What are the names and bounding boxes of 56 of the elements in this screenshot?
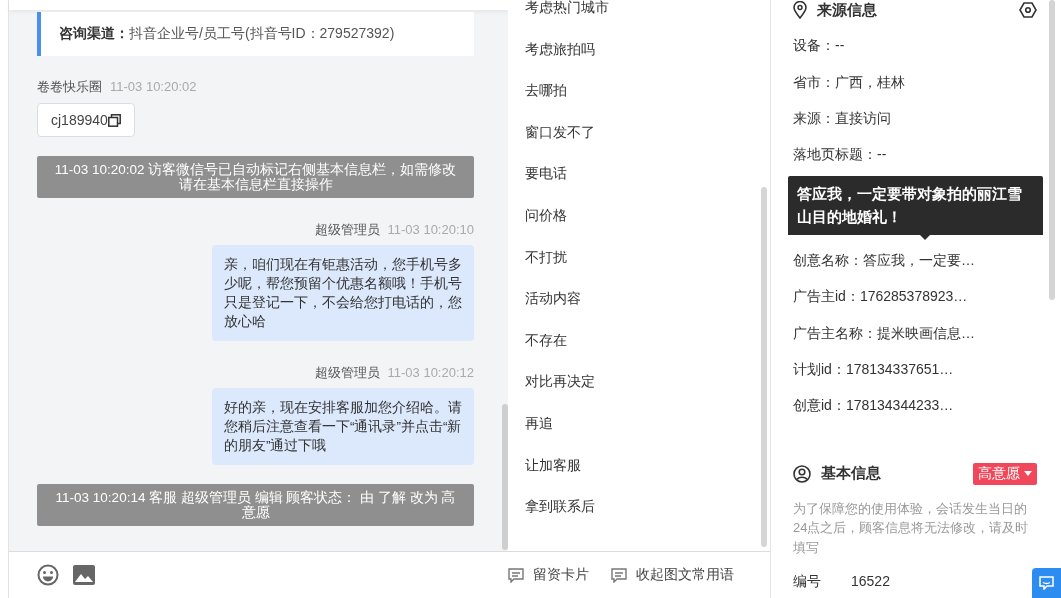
scrollbar[interactable] <box>502 404 508 550</box>
phrase-item[interactable]: 让加客服 <box>525 454 581 475</box>
info-field: 来源：直接访问 <box>793 109 891 128</box>
message-bubble: 亲，咱们现在有钜惠活动，您手机号多少呢，帮您预留个优惠名额哦！手机号只是登记一下，不会给您打电话的，您放心哈 <box>212 245 474 341</box>
caret-icon <box>1024 471 1032 476</box>
info-field: 创意id：178134344233… <box>793 397 954 416</box>
text-button[interactable]: 收起图文常用语 <box>611 566 734 584</box>
info-field: 广告主名称：提米映画信息… <box>793 324 975 343</box>
scrollbar[interactable] <box>761 187 767 547</box>
info-field: 创意名称：答应我，一定要… <box>793 251 975 270</box>
scrollbar[interactable] <box>1049 0 1055 300</box>
info-field: 计划id：178134337651… <box>793 360 954 379</box>
field-value: 16522 <box>851 573 890 591</box>
image-icon[interactable] <box>73 565 95 585</box>
intent-dropdown[interactable]: 高意愿 <box>973 462 1037 485</box>
chat-button[interactable] <box>1032 568 1061 598</box>
info-field: 广告主id：176285378923… <box>793 288 968 307</box>
phrase-item[interactable]: 不存在 <box>525 329 567 350</box>
message-icon <box>611 567 627 583</box>
message-time: 11-03 10:20:12 <box>387 365 474 380</box>
phrase-item[interactable]: 窗口发不了 <box>525 121 595 142</box>
message-time: 11-03 10:20:10 <box>387 222 474 237</box>
user-icon <box>793 464 811 483</box>
phrase-item[interactable]: 去哪拍 <box>525 80 567 101</box>
tooltip: 答应我，一定要带对象拍的丽江雪山目的地婚礼！ <box>788 175 1043 240</box>
message-bubble: 好的亲，现在安排客服加您介绍哈。请您稍后注意查看一下“通讯录”并点击“新的朋友”通过下哦 <box>212 388 474 465</box>
sender-name: 超级管理员 <box>314 222 380 237</box>
phrase-item[interactable]: 要电话 <box>525 163 567 184</box>
phrase-item[interactable]: 问价格 <box>525 204 567 225</box>
message-time: 11-03 10:20:02 <box>110 79 197 94</box>
field-label: 编号 <box>793 573 821 591</box>
sender-name: 卷卷快乐圈 <box>37 79 102 94</box>
phrase-item[interactable]: 拿到联系后 <box>525 496 595 517</box>
phrase-item[interactable]: 活动内容 <box>525 288 581 309</box>
channel-info: 咨询渠道：抖音企业号/员工号(抖音号ID：279527392) <box>37 12 474 56</box>
info-field: 落地页标题：-- <box>793 146 887 165</box>
copy-chip[interactable]: cj189940 <box>37 103 135 137</box>
phrase-item[interactable]: 再追 <box>525 412 553 433</box>
section-title: 来源信息 <box>817 0 877 20</box>
info-field: 省市：广西，桂林 <box>793 73 905 92</box>
sender-name: 超级管理员 <box>314 365 380 380</box>
system-notice: 11-03 10:20:14 客服 超级管理员 编辑 顾客状态： 由 了解 改为 高意愿 <box>37 484 474 526</box>
phrase-item[interactable]: 对比再决定 <box>525 371 595 392</box>
location-pin-icon <box>793 1 807 19</box>
section-title: 基本信息 <box>821 464 881 483</box>
chat-icon <box>1039 576 1054 590</box>
info-field: 设备：-- <box>793 37 845 56</box>
message-icon <box>508 567 524 583</box>
emoji-icon[interactable] <box>37 564 59 586</box>
phrase-item[interactable]: 考虑旅拍吗 <box>525 38 595 59</box>
text-button[interactable]: 留资卡片 <box>508 566 589 584</box>
system-notice: 11-03 10:20:02 访客微信号已自动标记右侧基本信息栏，如需修改请在基本信息栏直接操作 <box>37 156 474 198</box>
notice-text: 为了保障您的使用体验，会话发生当日的24点之后，顾客信息将无法修改，请及时填写 <box>793 499 1030 557</box>
phrase-item[interactable]: 不打扰 <box>525 246 567 267</box>
copy-icon[interactable] <box>107 113 121 127</box>
phrase-item[interactable]: 考虑热门城市 <box>525 0 609 17</box>
